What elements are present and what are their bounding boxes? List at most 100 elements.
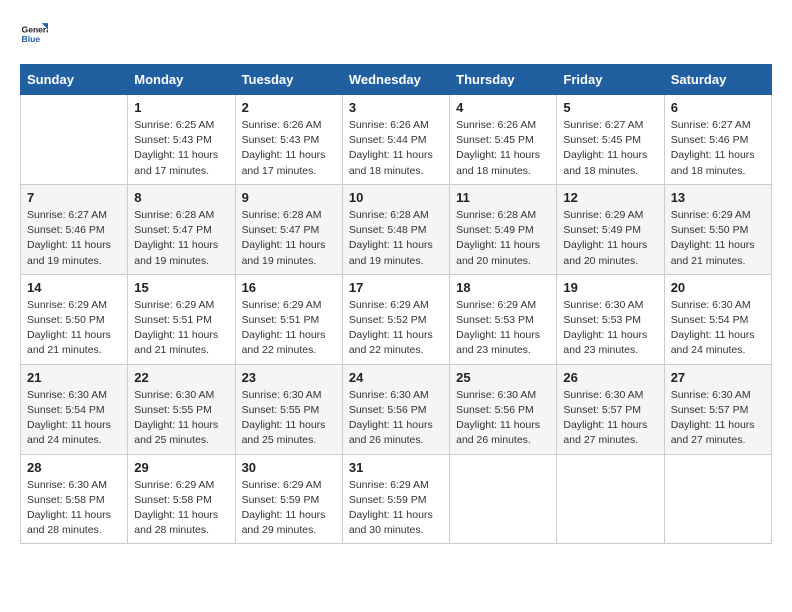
- calendar-table: SundayMondayTuesdayWednesdayThursdayFrid…: [20, 64, 772, 544]
- calendar-cell: 23 Sunrise: 6:30 AMSunset: 5:55 PMDayligh…: [235, 364, 342, 454]
- day-number: 9: [242, 190, 336, 205]
- day-info: Sunrise: 6:26 AMSunset: 5:44 PMDaylight:…: [349, 118, 443, 179]
- calendar-cell: 29 Sunrise: 6:29 AMSunset: 5:58 PMDayligh…: [128, 454, 235, 544]
- calendar-cell: 13 Sunrise: 6:29 AMSunset: 5:50 PMDayligh…: [664, 184, 771, 274]
- logo: General Blue: [20, 20, 52, 48]
- header-day-thursday: Thursday: [450, 65, 557, 95]
- day-number: 28: [27, 460, 121, 475]
- day-number: 31: [349, 460, 443, 475]
- calendar-cell: 17 Sunrise: 6:29 AMSunset: 5:52 PMDayligh…: [342, 274, 449, 364]
- calendar-cell: [450, 454, 557, 544]
- calendar-cell: 4Sunrise: 6:26 AMSunset: 5:45 PMDaylight…: [450, 95, 557, 185]
- calendar-cell: 3 Sunrise: 6:26 AMSunset: 5:44 PMDaylight…: [342, 95, 449, 185]
- day-info: Sunrise: 6:30 AMSunset: 5:56 PMDaylight:…: [456, 388, 550, 449]
- calendar-cell: 26 Sunrise: 6:30 AMSunset: 5:57 PMDayligh…: [557, 364, 664, 454]
- week-row-0: 1 Sunrise: 6:25 AMSunset: 5:43 PMDaylight…: [21, 95, 772, 185]
- day-info: Sunrise: 6:29 AMSunset: 5:52 PMDaylight:…: [349, 298, 443, 359]
- day-number: 14: [27, 280, 121, 295]
- calendar-cell: 22 Sunrise: 6:30 AMSunset: 5:55 PMDayligh…: [128, 364, 235, 454]
- calendar-cell: 25 Sunrise: 6:30 AMSunset: 5:56 PMDayligh…: [450, 364, 557, 454]
- day-info: Sunrise: 6:27 AMSunset: 5:46 PMDaylight:…: [671, 118, 765, 179]
- day-number: 3: [349, 100, 443, 115]
- header-day-monday: Monday: [128, 65, 235, 95]
- calendar-cell: 2Sunrise: 6:26 AMSunset: 5:43 PMDaylight…: [235, 95, 342, 185]
- calendar-cell: 6 Sunrise: 6:27 AMSunset: 5:46 PMDaylight…: [664, 95, 771, 185]
- calendar-cell: 5 Sunrise: 6:27 AMSunset: 5:45 PMDaylight…: [557, 95, 664, 185]
- day-number: 26: [563, 370, 657, 385]
- day-info: Sunrise: 6:29 AMSunset: 5:51 PMDaylight:…: [242, 298, 336, 359]
- day-info: Sunrise: 6:30 AMSunset: 5:57 PMDaylight:…: [563, 388, 657, 449]
- day-number: 8: [134, 190, 228, 205]
- day-number: 18: [456, 280, 550, 295]
- day-number: 5: [563, 100, 657, 115]
- day-number: 13: [671, 190, 765, 205]
- calendar-cell: 31 Sunrise: 6:29 AMSunset: 5:59 PMDayligh…: [342, 454, 449, 544]
- day-info: Sunrise: 6:25 AMSunset: 5:43 PMDaylight:…: [134, 118, 228, 179]
- calendar-cell: 16 Sunrise: 6:29 AMSunset: 5:51 PMDayligh…: [235, 274, 342, 364]
- day-number: 23: [242, 370, 336, 385]
- day-info: Sunrise: 6:27 AMSunset: 5:46 PMDaylight:…: [27, 208, 121, 269]
- day-info: Sunrise: 6:26 AMSunset: 5:43 PMDaylight:…: [242, 118, 336, 179]
- day-number: 24: [349, 370, 443, 385]
- header-row: SundayMondayTuesdayWednesdayThursdayFrid…: [21, 65, 772, 95]
- calendar-cell: 7 Sunrise: 6:27 AMSunset: 5:46 PMDaylight…: [21, 184, 128, 274]
- calendar-cell: 1 Sunrise: 6:25 AMSunset: 5:43 PMDaylight…: [128, 95, 235, 185]
- calendar-cell: [557, 454, 664, 544]
- header-day-sunday: Sunday: [21, 65, 128, 95]
- day-info: Sunrise: 6:30 AMSunset: 5:55 PMDaylight:…: [242, 388, 336, 449]
- week-row-3: 21Sunrise: 6:30 AMSunset: 5:54 PMDayligh…: [21, 364, 772, 454]
- calendar-cell: 10 Sunrise: 6:28 AMSunset: 5:48 PMDayligh…: [342, 184, 449, 274]
- day-number: 22: [134, 370, 228, 385]
- day-info: Sunrise: 6:30 AMSunset: 5:55 PMDaylight:…: [134, 388, 228, 449]
- week-row-2: 14 Sunrise: 6:29 AMSunset: 5:50 PMDayligh…: [21, 274, 772, 364]
- day-number: 19: [563, 280, 657, 295]
- day-number: 4: [456, 100, 550, 115]
- svg-text:Blue: Blue: [22, 34, 41, 44]
- day-info: Sunrise: 6:29 AMSunset: 5:50 PMDaylight:…: [27, 298, 121, 359]
- day-info: Sunrise: 6:30 AMSunset: 5:53 PMDaylight:…: [563, 298, 657, 359]
- day-info: Sunrise: 6:29 AMSunset: 5:50 PMDaylight:…: [671, 208, 765, 269]
- day-info: Sunrise: 6:29 AMSunset: 5:59 PMDaylight:…: [242, 478, 336, 539]
- day-info: Sunrise: 6:28 AMSunset: 5:49 PMDaylight:…: [456, 208, 550, 269]
- day-info: Sunrise: 6:29 AMSunset: 5:59 PMDaylight:…: [349, 478, 443, 539]
- week-row-4: 28 Sunrise: 6:30 AMSunset: 5:58 PMDayligh…: [21, 454, 772, 544]
- day-number: 7: [27, 190, 121, 205]
- day-number: 6: [671, 100, 765, 115]
- calendar-cell: 28 Sunrise: 6:30 AMSunset: 5:58 PMDayligh…: [21, 454, 128, 544]
- day-info: Sunrise: 6:29 AMSunset: 5:58 PMDaylight:…: [134, 478, 228, 539]
- day-info: Sunrise: 6:28 AMSunset: 5:47 PMDaylight:…: [242, 208, 336, 269]
- calendar-cell: 30Sunrise: 6:29 AMSunset: 5:59 PMDayligh…: [235, 454, 342, 544]
- header-day-wednesday: Wednesday: [342, 65, 449, 95]
- calendar-cell: 27 Sunrise: 6:30 AMSunset: 5:57 PMDayligh…: [664, 364, 771, 454]
- page-header: General Blue: [20, 20, 772, 48]
- day-number: 17: [349, 280, 443, 295]
- day-info: Sunrise: 6:30 AMSunset: 5:57 PMDaylight:…: [671, 388, 765, 449]
- calendar-cell: 19 Sunrise: 6:30 AMSunset: 5:53 PMDayligh…: [557, 274, 664, 364]
- calendar-cell: 12 Sunrise: 6:29 AMSunset: 5:49 PMDayligh…: [557, 184, 664, 274]
- day-number: 11: [456, 190, 550, 205]
- day-info: Sunrise: 6:29 AMSunset: 5:51 PMDaylight:…: [134, 298, 228, 359]
- day-info: Sunrise: 6:30 AMSunset: 5:56 PMDaylight:…: [349, 388, 443, 449]
- day-number: 25: [456, 370, 550, 385]
- day-number: 27: [671, 370, 765, 385]
- header-day-saturday: Saturday: [664, 65, 771, 95]
- day-info: Sunrise: 6:29 AMSunset: 5:49 PMDaylight:…: [563, 208, 657, 269]
- calendar-cell: 20 Sunrise: 6:30 AMSunset: 5:54 PMDayligh…: [664, 274, 771, 364]
- day-info: Sunrise: 6:27 AMSunset: 5:45 PMDaylight:…: [563, 118, 657, 179]
- day-number: 29: [134, 460, 228, 475]
- header-day-tuesday: Tuesday: [235, 65, 342, 95]
- day-info: Sunrise: 6:28 AMSunset: 5:48 PMDaylight:…: [349, 208, 443, 269]
- day-info: Sunrise: 6:28 AMSunset: 5:47 PMDaylight:…: [134, 208, 228, 269]
- day-number: 20: [671, 280, 765, 295]
- day-number: 1: [134, 100, 228, 115]
- calendar-cell: 11 Sunrise: 6:28 AMSunset: 5:49 PMDayligh…: [450, 184, 557, 274]
- logo-icon: General Blue: [20, 20, 48, 48]
- day-number: 16: [242, 280, 336, 295]
- day-info: Sunrise: 6:30 AMSunset: 5:58 PMDaylight:…: [27, 478, 121, 539]
- day-number: 12: [563, 190, 657, 205]
- day-info: Sunrise: 6:30 AMSunset: 5:54 PMDaylight:…: [27, 388, 121, 449]
- calendar-cell: [664, 454, 771, 544]
- day-number: 10: [349, 190, 443, 205]
- day-info: Sunrise: 6:30 AMSunset: 5:54 PMDaylight:…: [671, 298, 765, 359]
- calendar-cell: 21Sunrise: 6:30 AMSunset: 5:54 PMDayligh…: [21, 364, 128, 454]
